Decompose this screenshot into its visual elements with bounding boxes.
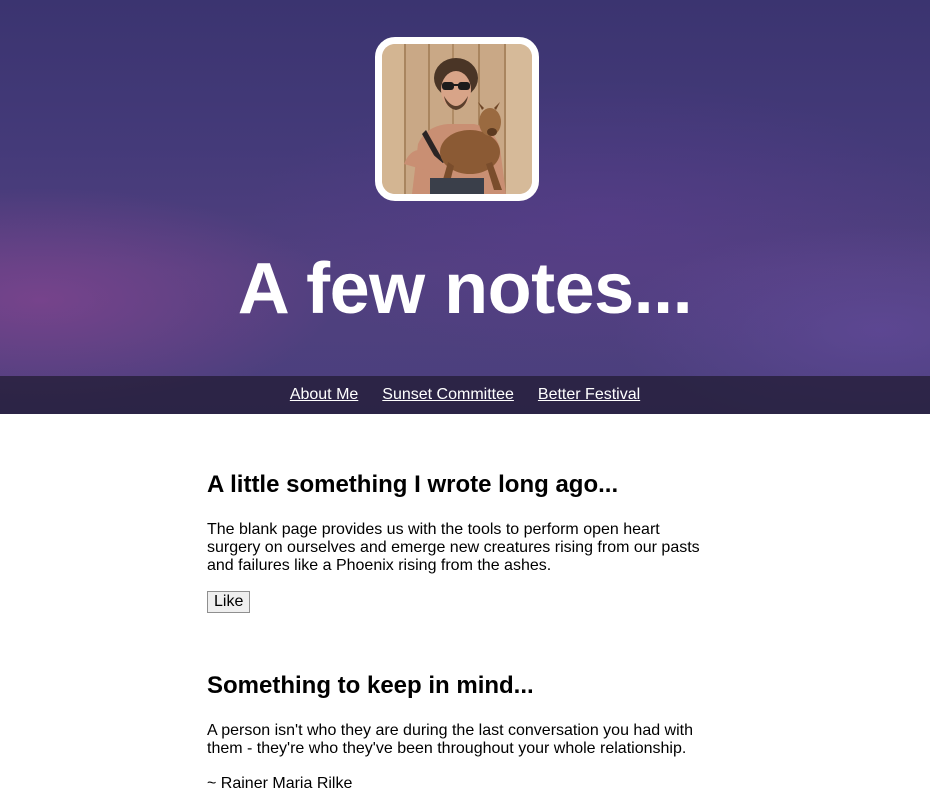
posts-container: A little something I wrote long ago... T… bbox=[207, 414, 717, 793]
post-body: The blank page provides us with the tool… bbox=[207, 521, 700, 574]
post: Something to keep in mind... A person is… bbox=[207, 672, 717, 793]
post: A little something I wrote long ago... T… bbox=[207, 471, 717, 613]
profile-photo-icon bbox=[382, 44, 532, 194]
profile-avatar bbox=[375, 37, 539, 201]
quote-attribution: ~ Rainer Maria Rilke bbox=[207, 775, 353, 792]
post-title: A little something I wrote long ago... bbox=[207, 471, 619, 498]
hero-banner: A few notes... About Me Sunset Committee… bbox=[0, 0, 930, 414]
nav-link-sunset-committee[interactable]: Sunset Committee bbox=[382, 386, 514, 404]
post-body: A person isn't who they are during the l… bbox=[207, 722, 694, 757]
nav-link-better-festival[interactable]: Better Festival bbox=[538, 386, 640, 404]
top-nav: About Me Sunset Committee Better Festiva… bbox=[0, 376, 930, 414]
page-title: A few notes... bbox=[237, 249, 693, 329]
like-button[interactable]: Like bbox=[207, 591, 251, 613]
nav-link-about-me[interactable]: About Me bbox=[290, 386, 358, 404]
post-title: Something to keep in mind... bbox=[207, 672, 534, 699]
